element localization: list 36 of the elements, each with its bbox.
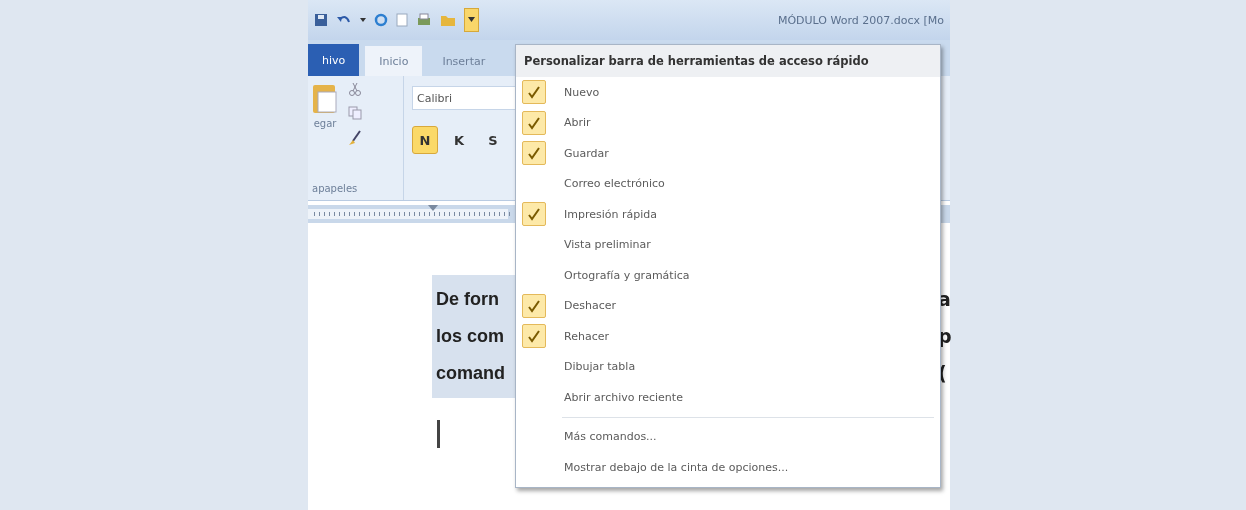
window-title: MÓDULO Word 2007.docx [Mo — [777, 13, 944, 27]
menu-item[interactable]: Vista preliminar — [516, 229, 940, 260]
menu-item[interactable]: Dibujar tabla — [516, 351, 940, 382]
file-tab[interactable]: hivo — [308, 44, 360, 76]
menu-item[interactable]: Más comandos... — [516, 421, 940, 452]
customize-button[interactable] — [464, 8, 479, 32]
save-icon[interactable] — [314, 13, 328, 27]
group-label: apapeles — [312, 183, 359, 194]
new-document-icon[interactable] — [396, 13, 408, 27]
menu-item[interactable]: Mostrar debajo de la cinta de opciones... — [516, 452, 940, 483]
menu-item[interactable]: Ortografía y gramática — [516, 260, 940, 291]
brush-icon[interactable] — [348, 130, 362, 146]
caret-icon — [468, 17, 475, 23]
caret-icon[interactable] — [360, 17, 366, 23]
scissors-icon[interactable] — [348, 82, 362, 96]
paste-icon[interactable] — [312, 82, 338, 114]
menu-item[interactable]: Guardar — [516, 138, 940, 169]
text-line: comand — [435, 362, 505, 385]
format-button[interactable]: N — [412, 126, 438, 154]
menu-item[interactable]: Impresión rápida — [516, 199, 940, 230]
redo-icon[interactable] — [374, 13, 388, 27]
paste-label[interactable]: egar — [313, 118, 337, 129]
copy-icon[interactable] — [348, 106, 362, 120]
menu-item[interactable]: Rehacer — [516, 321, 940, 352]
menu-item[interactable]: Correo electrónico — [516, 168, 940, 199]
ribbon-tab[interactable]: Inicio — [365, 46, 423, 76]
menu-item[interactable]: Deshacer — [516, 290, 940, 321]
format-button[interactable]: S — [480, 126, 506, 154]
menu-item[interactable]: Abrir — [516, 107, 940, 138]
menu-title: Personalizar barra de herramientas de acceso rápido — [516, 45, 940, 77]
print-icon[interactable] — [416, 13, 432, 27]
text-line: los com — [435, 325, 505, 348]
format-button[interactable]: K — [446, 126, 472, 154]
text-cursor — [437, 420, 440, 448]
menu-item[interactable]: Abrir archivo reciente — [516, 382, 940, 413]
text-line: De forn — [435, 288, 499, 311]
